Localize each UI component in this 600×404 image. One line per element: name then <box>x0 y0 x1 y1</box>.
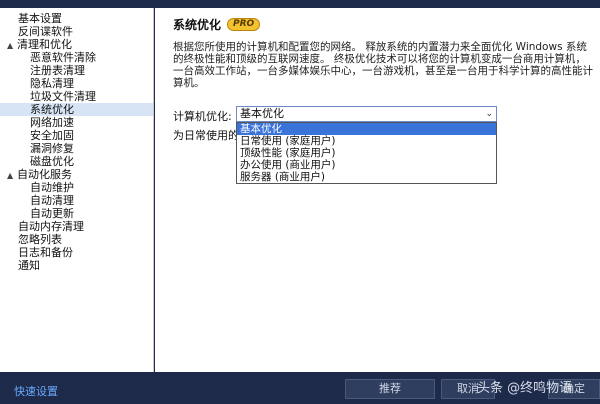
watermark-text: 头条 @终鸣物语 <box>477 381 573 396</box>
quick-settings-link[interactable]: 快速设置 <box>14 383 58 399</box>
tree-item-label: 垃圾文件清理 <box>30 90 96 103</box>
tree-item-label: 安全加固 <box>30 129 74 142</box>
optimize-dropdown-list: 基本优化 日常使用 (家庭用户) 顶级性能 (家庭用户) 办公使用 (商业用户)… <box>236 122 497 184</box>
tree-item-label: 注册表清理 <box>30 64 85 77</box>
tree-group-clean-optimize[interactable]: ▲ 清理和优化 <box>0 38 153 51</box>
tree-item-auto-update[interactable]: 自动更新 <box>0 207 153 220</box>
tree-item-ignore-list[interactable]: 忽略列表 <box>0 233 153 246</box>
tree-item-label: 漏洞修复 <box>30 142 74 155</box>
tree-item-label: 清理和优化 <box>17 38 72 51</box>
tree-item-label: 网络加速 <box>30 116 74 129</box>
dropdown-option[interactable]: 办公使用 (商业用户) <box>237 159 496 171</box>
description-text: 根据您所使用的计算机和配置您的网络。 释放系统的内置潜力来全面优化 Window… <box>173 41 593 89</box>
tree-item-label: 日志和备份 <box>18 246 73 259</box>
tree-item-auto-maintain[interactable]: 自动维护 <box>0 181 153 194</box>
page-title: 系统优化 <box>173 17 222 32</box>
tree-item-system-optimize[interactable]: 系统优化 <box>0 103 153 116</box>
tree-item-security-harden[interactable]: 安全加固 <box>0 129 153 142</box>
settings-panel: 系统优化 PRO 根据您所使用的计算机和配置您的网络。 释放系统的内置潜力来全面… <box>155 8 600 372</box>
chevron-down-icon[interactable]: ⌄ <box>485 107 493 121</box>
tree-item-privacy-clean[interactable]: 隐私清理 <box>0 77 153 90</box>
selected-value: 基本优化 <box>240 107 284 120</box>
optimize-label: 计算机优化: <box>173 110 232 123</box>
dropdown-option[interactable]: 日常使用 (家庭用户) <box>237 135 496 147</box>
settings-tree: 基本设置 反间谍软件 ▲ 清理和优化 恶意软件清除 注册表清理 隐私清理 垃圾文件… <box>0 8 154 372</box>
tree-item-vulnerability-fix[interactable]: 漏洞修复 <box>0 142 153 155</box>
tree-item-anti-spyware[interactable]: 反间谍软件 <box>0 25 153 38</box>
tree-item-label: 基本设置 <box>18 12 62 25</box>
settings-window: 基本设置 反间谍软件 ▲ 清理和优化 恶意软件清除 注册表清理 隐私清理 垃圾文件… <box>0 0 600 404</box>
tree-item-label: 自动清理 <box>30 194 74 207</box>
recommend-button[interactable]: 推荐 <box>345 379 435 399</box>
tree-item-label: 恶意软件清除 <box>30 51 96 64</box>
tree-item-junk-clean[interactable]: 垃圾文件清理 <box>0 90 153 103</box>
panel-header: 系统优化 PRO <box>173 16 261 32</box>
tree-item-label: 自动维护 <box>30 181 74 194</box>
tree-item-logs-backup[interactable]: 日志和备份 <box>0 246 153 259</box>
tree-item-label: 自动内存清理 <box>18 220 84 233</box>
tree-item-label: 通知 <box>18 259 40 272</box>
tree-item-disk-optimize[interactable]: 磁盘优化 <box>0 155 153 168</box>
tree-item-network-boost[interactable]: 网络加速 <box>0 116 153 129</box>
tree-item-auto-clean[interactable]: 自动清理 <box>0 194 153 207</box>
tree-item-label: 系统优化 <box>30 103 74 116</box>
pro-badge: PRO <box>227 17 261 31</box>
tree-item-basic-settings[interactable]: 基本设置 <box>0 12 153 25</box>
tree-item-label: 隐私清理 <box>30 77 74 90</box>
tree-item-label: 忽略列表 <box>18 233 62 246</box>
tree-item-notifications[interactable]: 通知 <box>0 259 153 272</box>
tree-item-label: 反间谍软件 <box>18 25 73 38</box>
collapse-icon[interactable]: ▲ <box>7 169 17 182</box>
hint-text: 为日常使用的 <box>173 129 239 142</box>
tree-item-label: 自动更新 <box>30 207 74 220</box>
collapse-icon[interactable]: ▲ <box>7 39 17 52</box>
tree-item-auto-memory-clean[interactable]: 自动内存清理 <box>0 220 153 233</box>
tree-item-registry-clean[interactable]: 注册表清理 <box>0 64 153 77</box>
tree-item-label: 自动化服务 <box>17 168 72 181</box>
dropdown-option[interactable]: 服务器 (商业用户) <box>237 171 496 183</box>
dropdown-option[interactable]: 顶级性能 (家庭用户) <box>237 147 496 159</box>
tree-item-malware-removal[interactable]: 恶意软件清除 <box>0 51 153 64</box>
optimize-select[interactable]: 基本优化 ⌄ <box>236 106 497 122</box>
tree-item-label: 磁盘优化 <box>30 155 74 168</box>
dropdown-option[interactable]: 基本优化 <box>237 123 496 135</box>
tree-group-automation[interactable]: ▲ 自动化服务 <box>0 168 153 181</box>
